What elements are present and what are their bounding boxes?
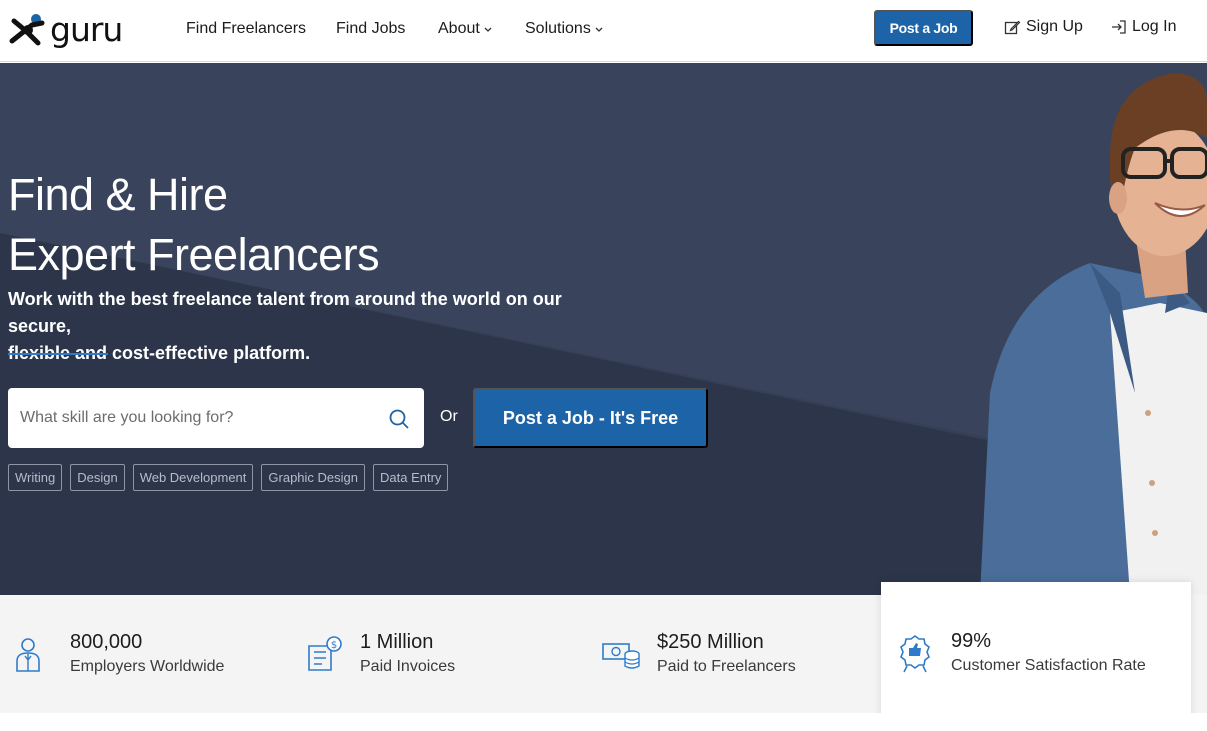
post-a-job-button[interactable]: Post a Job	[874, 10, 973, 46]
stat-invoices: $ 1 Million Paid Invoices	[304, 595, 455, 713]
stat-paid: $250 Million Paid to Freelancers	[601, 595, 796, 713]
svg-text:$: $	[331, 640, 337, 651]
sign-up-label: Sign Up	[1026, 18, 1083, 35]
hero-person-image	[980, 73, 1207, 595]
tag-graphic-design[interactable]: Graphic Design	[261, 464, 366, 491]
or-label: Or	[440, 408, 458, 425]
stat-invoices-value: 1 Million	[360, 631, 434, 653]
stat-employers-text: 800,000 Employers Worldwide	[70, 629, 224, 679]
stat-employers-label: Employers Worldwide	[70, 658, 225, 675]
hero-title-line1: Find & Hire	[8, 169, 228, 220]
tag-data-entry[interactable]: Data Entry	[373, 464, 449, 491]
nav-solutions[interactable]: Solutions	[525, 18, 603, 40]
nav-about[interactable]: About	[438, 18, 492, 40]
stat-satisfaction-label: Customer Satisfaction Rate	[951, 657, 1146, 674]
hero-title-line2: Expert Freelancers	[8, 229, 380, 280]
chevron-down-icon	[595, 27, 603, 32]
chevron-down-icon	[484, 27, 492, 32]
hero-section: Find & Hire Expert Freelancers Work with…	[0, 63, 1207, 595]
post-job-free-button[interactable]: Post a Job - It's Free	[473, 388, 708, 448]
invoice-icon: $	[308, 636, 342, 671]
stat-employers-value: 800,000	[70, 631, 143, 653]
employer-icon	[16, 638, 40, 672]
nav-solutions-label: Solutions	[525, 20, 591, 37]
hero-subtitle-line1: Work with the best freelance talent from…	[8, 289, 562, 336]
money-icon	[602, 643, 640, 669]
stat-paid-label: Paid to Freelancers	[657, 658, 796, 675]
nav-about-label: About	[438, 20, 480, 37]
log-in-label: Log In	[1132, 18, 1177, 35]
nav-find-freelancers[interactable]: Find Freelancers	[186, 18, 306, 40]
nav-find-jobs[interactable]: Find Jobs	[336, 18, 405, 40]
tag-web-development[interactable]: Web Development	[132, 464, 254, 491]
hero-divider	[8, 353, 108, 355]
tag-design[interactable]: Design	[70, 464, 125, 491]
skill-search-input[interactable]	[20, 409, 380, 427]
stat-satisfaction-text: 99% Customer Satisfaction Rate	[951, 628, 1146, 678]
page-continuation	[0, 713, 1207, 731]
stat-satisfaction-card: 99% Customer Satisfaction Rate	[881, 582, 1191, 724]
login-icon	[1112, 20, 1126, 34]
stat-employers: 800,000 Employers Worldwide	[14, 595, 224, 713]
tag-writing[interactable]: Writing	[8, 464, 63, 491]
stat-satisfaction-value: 99%	[951, 630, 992, 652]
popular-skill-tags: Writing Design Web Development Graphic D…	[8, 464, 449, 491]
hero-title: Find & Hire Expert Freelancers	[8, 165, 380, 285]
stat-paid-value: $250 Million	[657, 631, 764, 653]
sign-up-link[interactable]: Sign Up	[1004, 18, 1083, 36]
stat-invoices-text: 1 Million Paid Invoices	[360, 629, 455, 679]
stat-paid-text: $250 Million Paid to Freelancers	[657, 629, 796, 679]
skill-search-box	[8, 388, 424, 448]
nav-find-freelancers-label: Find Freelancers	[186, 20, 307, 37]
nav-find-jobs-label: Find Jobs	[336, 20, 406, 37]
guru-logo-icon	[9, 14, 45, 46]
guru-logo[interactable]: guru	[8, 10, 143, 48]
log-in-link[interactable]: Log In	[1111, 18, 1176, 36]
award-icon	[900, 635, 930, 673]
stat-satisfaction: 99% Customer Satisfaction Rate	[895, 582, 1146, 724]
logo-text: guru	[50, 9, 123, 49]
top-navigation-bar: guru Find Freelancers Find Jobs About So…	[0, 0, 1207, 62]
search-icon[interactable]	[388, 408, 410, 430]
stat-invoices-label: Paid Invoices	[360, 658, 456, 675]
edit-icon	[1004, 20, 1021, 34]
